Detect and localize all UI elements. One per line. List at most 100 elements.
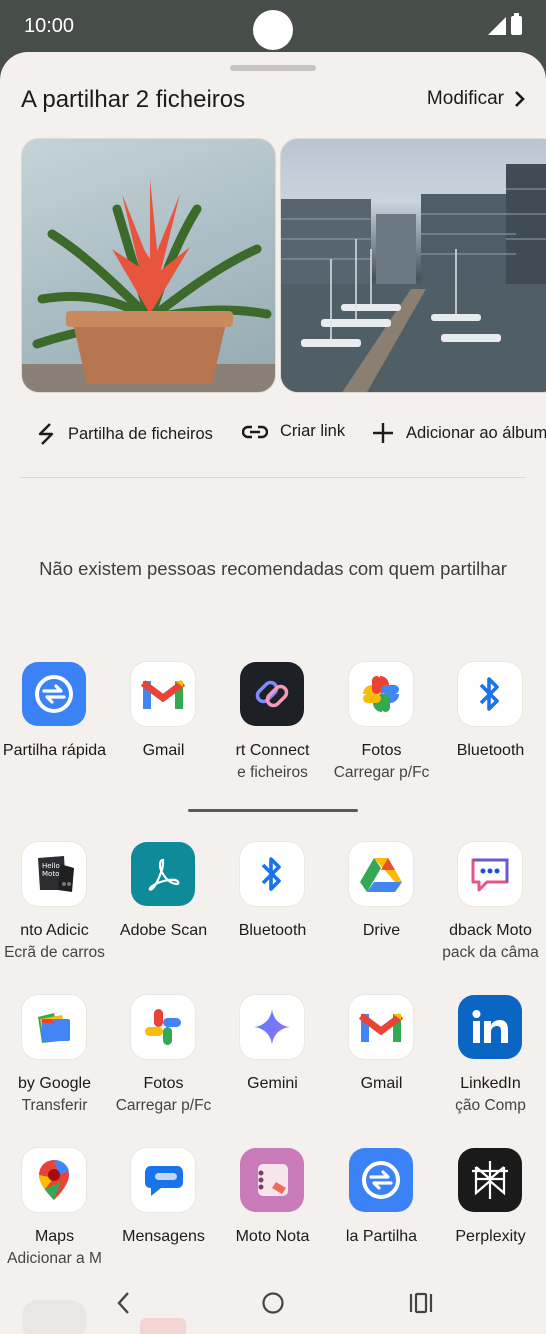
- actions-row: Partilha de ficheiros Criar link Adicion…: [0, 422, 546, 450]
- direct-share-photos[interactable]: Fotos Carregar p/Fc: [327, 662, 436, 792]
- maps-icon: [22, 1148, 86, 1212]
- app-label: Bluetooth: [456, 742, 525, 759]
- section-divider: [188, 809, 358, 812]
- app-label: rt Connect: [235, 742, 310, 759]
- app-gmail[interactable]: Gmail: [327, 995, 436, 1125]
- gmail-icon: [349, 995, 413, 1059]
- quick-share-icon: [22, 662, 86, 726]
- recents-icon: [409, 1292, 433, 1314]
- app-label: Fotos: [361, 742, 402, 759]
- direct-share-smart-connect[interactable]: rt Connect e ficheiros: [218, 662, 327, 792]
- photos-icon: [349, 662, 413, 726]
- file-sharing-action[interactable]: Partilha de ficheiros: [36, 422, 213, 446]
- plus-icon: [373, 423, 393, 443]
- app-sublabel: e ficheiros: [237, 764, 308, 781]
- recents-button[interactable]: [401, 1288, 441, 1318]
- app-label: Gmail: [142, 742, 185, 759]
- gmail-icon: [131, 662, 195, 726]
- photos-icon: [131, 995, 195, 1059]
- files-icon: [22, 995, 86, 1059]
- svg-text:Hello: Hello: [42, 862, 60, 870]
- home-icon: [262, 1292, 284, 1314]
- app-label: Drive: [362, 922, 401, 939]
- direct-share-quick-share[interactable]: Partilha rápida: [0, 662, 109, 792]
- app-label: Maps: [34, 1228, 75, 1245]
- home-button[interactable]: [253, 1288, 293, 1318]
- partial-app-icon: [140, 1318, 186, 1334]
- app-feedback-moto[interactable]: dback Moto pack da câma: [436, 842, 545, 972]
- preview-image-harbor[interactable]: [280, 138, 546, 393]
- app-label: la Partilha: [345, 1228, 418, 1245]
- status-bar: 10:00: [0, 0, 546, 56]
- empty-people-message: Não existem pessoas recomendadas com que…: [39, 558, 507, 579]
- app-bluetooth[interactable]: Bluetooth: [218, 842, 327, 972]
- app-label: Fotos: [143, 1075, 184, 1092]
- app-linkedin[interactable]: LinkedIn ção Comp: [436, 995, 545, 1125]
- app-label: Gemini: [247, 1075, 298, 1092]
- app-perplexity[interactable]: Perplexity: [436, 1148, 545, 1278]
- sheet-title: A partilhar 2 ficheiros: [21, 86, 246, 113]
- perplexity-icon: [458, 1148, 522, 1212]
- drive-icon: [349, 842, 413, 906]
- app-label: Gmail: [360, 1075, 403, 1092]
- app-label: Perplexity: [455, 1228, 526, 1245]
- feedback-icon: [458, 842, 522, 906]
- create-link-label: Criar link: [280, 422, 346, 440]
- preview-image-plant[interactable]: [21, 138, 276, 393]
- divider: [20, 477, 526, 478]
- app-maps[interactable]: Maps Adicionar a M: [0, 1148, 109, 1278]
- svg-text:Moto: Moto: [42, 870, 59, 878]
- signal-icon: [488, 17, 506, 35]
- direct-share-bluetooth[interactable]: Bluetooth: [436, 662, 545, 792]
- app-sublabel: ção Comp: [455, 1097, 526, 1114]
- app-label: Bluetooth: [238, 922, 307, 939]
- app-label: Partilha rápida: [2, 742, 107, 759]
- hello-moto-icon: Hello Moto: [22, 842, 86, 906]
- app-drive[interactable]: Drive: [327, 842, 436, 972]
- chevron-right-icon: [515, 91, 525, 107]
- app-sublabel: Carregar p/Fc: [333, 764, 430, 781]
- battery-icon: [511, 13, 522, 35]
- smart-connect-icon: [240, 662, 304, 726]
- app-label: LinkedIn: [460, 1075, 521, 1092]
- app-label: Mensagens: [122, 1228, 205, 1245]
- app-hello-moto[interactable]: Hello Moto nto Adicic Ecrã de carros: [0, 842, 109, 972]
- gemini-icon: [240, 995, 304, 1059]
- quick-share-icon: [349, 1148, 413, 1212]
- app-moto-note[interactable]: Moto Nota: [218, 1148, 327, 1278]
- app-quick-share[interactable]: la Partilha: [327, 1148, 436, 1278]
- partial-app-icon: [22, 1300, 86, 1334]
- app-sublabel: Carregar p/Fc: [115, 1097, 212, 1114]
- app-photos[interactable]: Fotos Carregar p/Fc: [109, 995, 218, 1125]
- app-files-by-google[interactable]: by Google Transferir: [0, 995, 109, 1125]
- modify-button[interactable]: Modificar: [427, 88, 526, 110]
- bluetooth-icon: [240, 842, 304, 906]
- modify-label: Modificar: [426, 88, 504, 109]
- app-adobe-scan[interactable]: Adobe Scan: [109, 842, 218, 972]
- app-sublabel: pack da câma: [442, 944, 539, 961]
- app-gemini[interactable]: Gemini: [218, 995, 327, 1125]
- direct-share-gmail[interactable]: Gmail: [109, 662, 218, 792]
- app-label: dback Moto: [449, 922, 532, 939]
- app-sublabel: Ecrã de carros: [4, 944, 105, 961]
- app-label: by Google: [18, 1075, 91, 1092]
- create-link-action[interactable]: Criar link: [242, 422, 345, 441]
- app-label: Moto Nota: [235, 1228, 310, 1245]
- harbor-illustration: [281, 164, 546, 392]
- share-sheet: A partilhar 2 ficheiros Modificar Partil…: [0, 52, 546, 1334]
- adobe-scan-icon: [131, 842, 195, 906]
- drag-handle[interactable]: [230, 65, 316, 71]
- add-to-album-action[interactable]: Adicionar ao álbum: [372, 422, 546, 444]
- app-sublabel: Adicionar a M: [7, 1250, 102, 1267]
- file-sharing-label: Partilha de ficheiros: [68, 424, 213, 443]
- back-button[interactable]: [103, 1288, 143, 1318]
- status-time: 10:00: [24, 15, 75, 37]
- linkedin-icon: [458, 995, 522, 1059]
- camera-cutout: [253, 10, 293, 50]
- link-icon: [242, 425, 268, 438]
- bluetooth-icon: [458, 662, 522, 726]
- app-sublabel: Transferir: [21, 1097, 88, 1114]
- app-messages[interactable]: Mensagens: [109, 1148, 218, 1278]
- add-to-album-label: Adicionar ao álbum: [406, 423, 546, 442]
- app-label: Adobe Scan: [119, 922, 208, 939]
